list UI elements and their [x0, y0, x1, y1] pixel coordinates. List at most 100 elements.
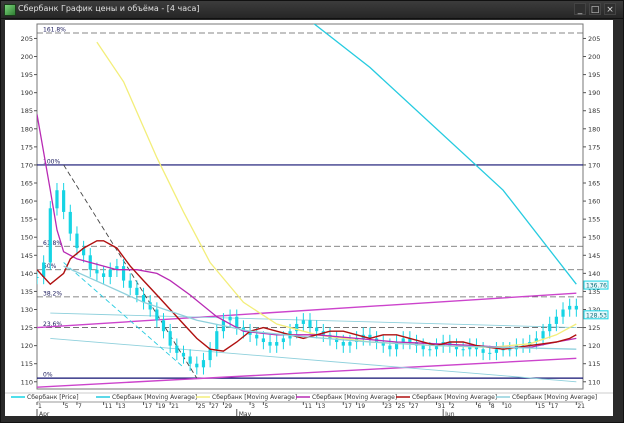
price-candle — [108, 269, 112, 277]
y-tick-label-left: 190 — [21, 89, 33, 97]
window-title: Сбербанк График цены и объёма - [4 часа] — [18, 4, 200, 13]
x-tick-label: 6 — [477, 403, 481, 410]
price-candle — [55, 190, 59, 209]
title-bar[interactable]: Сбербанк График цены и объёма - [4 часа]… — [1, 1, 623, 19]
app-chart-icon — [4, 4, 16, 16]
price-candle — [215, 331, 219, 350]
price-candle — [548, 323, 552, 332]
legend-entry: Сбербанк [Moving Average] — [512, 394, 597, 401]
legend-entry: Сбербанк [Moving Average] — [112, 394, 197, 401]
price-candle — [494, 349, 499, 353]
x-tick-label: 8 — [491, 403, 495, 410]
y-tick-label-right: 150 — [588, 234, 600, 242]
y-tick-label-right: 140 — [588, 270, 600, 278]
y-tick-label-left: 130 — [21, 306, 33, 314]
price-candle — [235, 316, 239, 328]
legend-entry: Сбербанк [Moving Average] — [212, 394, 297, 401]
x-tick-label: 25 — [398, 403, 406, 410]
x-tick-label: 27 — [211, 403, 219, 410]
price-candle — [421, 345, 425, 350]
maximize-button[interactable]: □ — [589, 3, 601, 15]
price-candle — [161, 320, 166, 332]
y-tick-label-left: 140 — [21, 270, 33, 278]
y-tick-label-left: 200 — [21, 53, 33, 61]
x-tick-label: 5 — [264, 403, 268, 410]
y-tick-label-left: 155 — [21, 216, 33, 224]
y-tick-label-right: 195 — [588, 71, 600, 79]
x-tick-label: 23 — [384, 403, 392, 410]
y-tick-label-right: 125 — [588, 324, 600, 332]
x-tick-label: 25 — [198, 403, 206, 410]
x-tick-label: 13 — [118, 403, 126, 410]
y-tick-label-left: 145 — [21, 252, 33, 260]
x-tick-label: 17 — [551, 403, 559, 410]
price-candle — [228, 316, 232, 321]
price-candle — [315, 327, 319, 332]
price-candle — [428, 349, 432, 351]
close-button[interactable]: × — [604, 3, 616, 15]
y-tick-label-right: 165 — [588, 180, 600, 188]
y-tick-label-left: 170 — [21, 161, 33, 169]
y-tick-label-right: 110 — [588, 378, 600, 386]
price-candle — [508, 349, 512, 351]
price-candle — [62, 190, 66, 212]
price-candle — [481, 349, 485, 353]
fib-level-label: 161.8% — [43, 27, 66, 34]
x-tick-label: 1 — [38, 403, 42, 410]
price-tag-label: 136.76 — [586, 283, 607, 290]
y-tick-label-left: 205 — [21, 35, 33, 43]
x-tick-label: 17 — [145, 403, 153, 410]
price-candle — [181, 352, 186, 357]
y-tick-label-left: 150 — [21, 234, 33, 242]
price-candle — [275, 342, 279, 346]
legend-entry: Сбербанк [Price] — [27, 394, 79, 401]
x-tick-label: 21 — [577, 403, 585, 410]
fib-level-label: 61.8% — [43, 240, 62, 247]
price-candle — [68, 211, 72, 234]
price-candle — [101, 273, 106, 277]
y-tick-label-left: 160 — [21, 198, 33, 206]
y-tick-label-left: 110 — [21, 378, 33, 386]
y-tick-label-left: 120 — [21, 342, 33, 350]
x-tick-label: 13 — [318, 403, 326, 410]
y-tick-label-right: 200 — [588, 53, 600, 61]
price-candle — [281, 338, 285, 343]
fib-level-label: 38.2% — [43, 290, 62, 297]
price-candle — [188, 356, 192, 364]
y-tick-label-right: 160 — [588, 198, 600, 206]
price-candle — [268, 342, 272, 346]
price-candle — [568, 305, 572, 310]
y-tick-label-right: 190 — [588, 89, 600, 97]
price-candle — [341, 342, 345, 346]
y-tick-label-right: 175 — [588, 143, 600, 151]
y-tick-label-left: 175 — [21, 143, 33, 151]
y-tick-label-left: 185 — [21, 107, 33, 115]
price-candle — [201, 360, 206, 368]
fib-level-label: 0% — [43, 372, 53, 379]
price-candle — [155, 309, 159, 321]
price-candle — [461, 349, 465, 351]
y-tick-label-left: 195 — [21, 71, 33, 79]
legend-entry: Сбербанк [Moving Average] — [412, 394, 497, 401]
price-candle — [148, 302, 152, 310]
x-tick-label: 29 — [224, 403, 232, 410]
price-candle — [261, 338, 265, 343]
x-tick-label: 10 — [504, 403, 512, 410]
price-candle — [175, 345, 179, 353]
x-tick-label: 19 — [358, 403, 366, 410]
y-tick-label-right: 205 — [588, 35, 600, 43]
chart-area[interactable]: 110 110 115 115 120 120 125 125 130 130 135 135 140 1… — [5, 20, 613, 418]
price-candle — [488, 352, 492, 354]
price-candle — [255, 334, 259, 339]
y-tick-label-left: 180 — [21, 125, 33, 133]
y-tick-label-left: 115 — [21, 360, 33, 368]
minimize-button[interactable]: _ — [574, 3, 586, 15]
month-label: Jun — [444, 411, 455, 416]
x-tick-label: 31 — [438, 403, 446, 410]
legend-entry: Сбербанк [Moving Average] — [312, 394, 397, 401]
price-candle — [554, 316, 558, 324]
price-chart[interactable]: 110 110115 115120 120125 125130 130135 135140 1… — [5, 20, 613, 418]
x-tick-label: 15 — [537, 403, 545, 410]
price-candle — [135, 287, 139, 296]
price-candle — [401, 338, 405, 343]
